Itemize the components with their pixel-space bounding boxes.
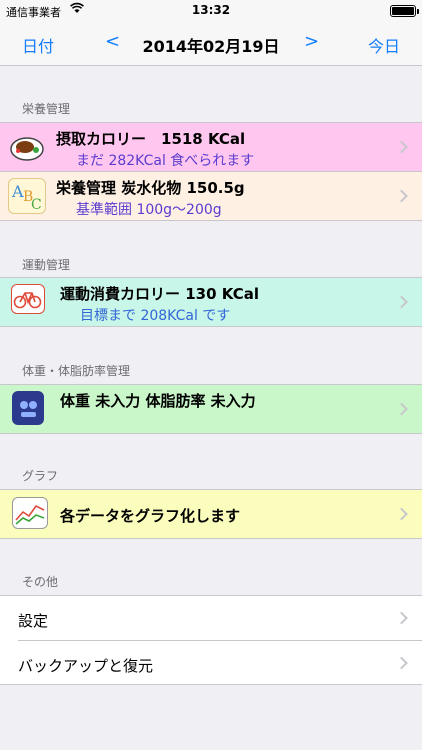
section-header-exercise: 運動管理 (22, 258, 71, 272)
bicycle-icon (11, 284, 45, 314)
status-bar: 通信事業者 13:32 (0, 0, 422, 22)
section-header-graph: グラフ (22, 469, 59, 483)
svg-text:C: C (31, 197, 42, 213)
navigation-bar: 日付 < 2014年02月19日 > 今日 (0, 22, 422, 66)
page-title: 2014年02月19日 (142, 37, 280, 56)
calorie-burn-label: 運動消費カロリー 130 KCal (60, 285, 259, 303)
section-header-other: その他 (22, 575, 59, 589)
calorie-burn-cell[interactable]: 運動消費カロリー 130 KCal 目標まで 208KCal です (0, 277, 422, 327)
chevron-right-icon (395, 140, 408, 154)
calorie-intake-cell[interactable]: 摂取カロリー 1518 KCal まだ 282KCal 食べられます (0, 122, 422, 172)
abc-letters-icon: ABC (8, 178, 46, 214)
burn-target-label: 目標まで 208KCal です (80, 308, 231, 324)
next-day-button[interactable]: > (304, 31, 319, 52)
status-time: 13:32 (191, 3, 231, 17)
chevron-right-icon (395, 656, 408, 670)
calorie-intake-label: 摂取カロリー 1518 KCal (56, 130, 246, 148)
chevron-right-icon (395, 507, 408, 521)
settings-label: 設定 (18, 612, 49, 630)
nutrient-label: 栄養管理 炭水化物 150.5g (56, 179, 245, 197)
weight-cell[interactable]: 体重 未入力 体脂肪率 未入力 (0, 384, 422, 434)
other-group: 設定 バックアップと復元 (0, 595, 422, 685)
section-header-nutrition: 栄養管理 (22, 102, 71, 116)
today-button[interactable]: 今日 (368, 33, 400, 57)
line-graph-icon (12, 497, 48, 529)
scale-icon (12, 391, 44, 425)
chevron-right-icon (395, 189, 408, 203)
graph-label: 各データをグラフ化します (60, 507, 241, 525)
battery-icon (390, 5, 419, 17)
backup-restore-label: バックアップと復元 (18, 657, 154, 675)
calorie-remaining-label: まだ 282KCal 食べられます (76, 153, 255, 169)
backup-restore-cell[interactable]: バックアップと復元 (0, 641, 422, 685)
food-plate-icon (8, 129, 46, 165)
graph-cell[interactable]: 各データをグラフ化します (0, 489, 422, 539)
weight-label: 体重 未入力 体脂肪率 未入力 (60, 392, 256, 410)
nutrient-range-label: 基準範囲 100g〜200g (76, 202, 222, 218)
settings-cell[interactable]: 設定 (0, 596, 422, 640)
section-header-weight: 体重・体脂肪率管理 (22, 364, 131, 378)
chevron-right-icon (395, 295, 408, 309)
nutrient-management-cell[interactable]: ABC 栄養管理 炭水化物 150.5g 基準範囲 100g〜200g (0, 171, 422, 221)
chevron-right-icon (395, 402, 408, 416)
chevron-right-icon (395, 611, 408, 625)
